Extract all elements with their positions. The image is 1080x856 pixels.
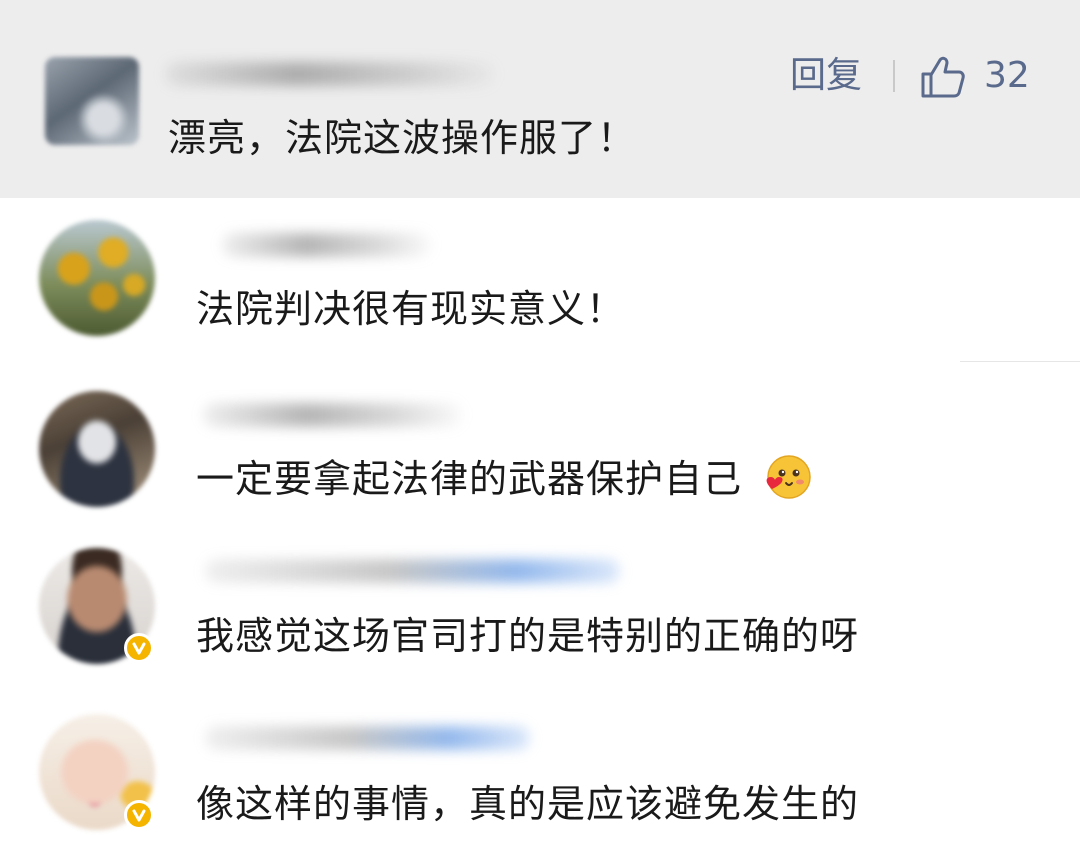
comment-text: 像这样的事情，真的是应该避免发生的 <box>196 782 860 826</box>
username-blurred[interactable] <box>205 726 530 750</box>
blush-heart-emoji-icon <box>766 454 811 499</box>
username-blurred[interactable] <box>222 233 432 257</box>
top-comment: 漂亮，法院这波操作服了！ 回复 32 <box>0 0 1080 198</box>
username-blurred[interactable] <box>165 62 495 86</box>
comment-text: 我感觉这场官司打的是特别的正确的呀 <box>196 614 860 658</box>
action-divider <box>893 60 895 92</box>
divider <box>960 361 1080 362</box>
like-count: 32 <box>984 55 1030 96</box>
comment-text: 法院判决很有现实意义！ <box>196 287 626 331</box>
comment-text: 一定要拿起法律的武器保护自己 <box>196 454 813 505</box>
username-blurred[interactable] <box>203 403 463 427</box>
verified-badge-icon <box>124 633 154 663</box>
avatar[interactable] <box>39 391 155 507</box>
comment-text: 漂亮，法院这波操作服了！ <box>168 116 637 160</box>
avatar[interactable] <box>39 220 155 336</box>
verified-badge-icon <box>124 800 154 830</box>
reply-button[interactable]: 回复 <box>790 54 862 98</box>
comment-text-content: 一定要拿起法律的武器保护自己 <box>196 457 743 501</box>
thumbs-up-icon <box>921 56 965 98</box>
username-blurred[interactable] <box>205 559 620 583</box>
avatar[interactable] <box>45 57 139 145</box>
